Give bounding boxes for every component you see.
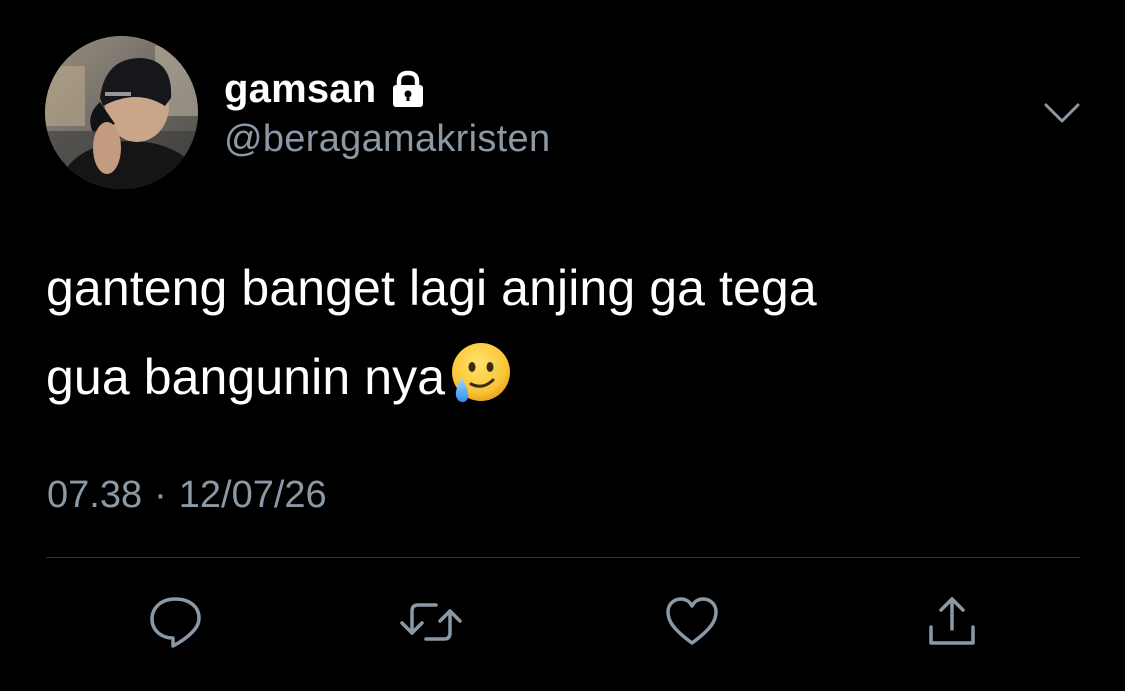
tweet-card: gamsan @beragamakristen ganteng banget l… xyxy=(0,0,1125,691)
face-holding-back-tears-icon xyxy=(447,340,513,406)
tweet-text-line: gua bangunin nya xyxy=(46,333,1046,422)
lock-icon xyxy=(388,69,428,109)
reply-button[interactable] xyxy=(145,594,205,654)
author-handle[interactable]: @beragamakristen xyxy=(224,118,550,161)
share-button[interactable] xyxy=(922,594,982,654)
tweet-text-line: ganteng banget lagi anjing ga tega xyxy=(46,260,817,316)
tweet-time: 07.38 xyxy=(47,474,143,516)
retweet-button[interactable] xyxy=(398,593,464,656)
chevron-down-icon[interactable] xyxy=(1040,96,1084,130)
like-button[interactable] xyxy=(662,594,722,654)
author-display-name[interactable]: gamsan xyxy=(224,67,376,112)
tweet-timestamp[interactable]: 07.38 · 12/07/26 xyxy=(47,474,327,517)
timestamp-separator: · xyxy=(154,474,167,516)
heart-icon xyxy=(663,593,721,656)
tweet-date: 12/07/26 xyxy=(178,474,327,516)
divider xyxy=(46,557,1080,558)
tweet-text: ganteng banget lagi anjing ga tega gua b… xyxy=(46,244,1046,422)
comment-bubble-icon xyxy=(146,593,204,656)
avatar-image xyxy=(45,36,198,189)
author-name-row: gamsan xyxy=(224,64,428,114)
avatar[interactable] xyxy=(45,36,198,189)
retweet-arrows-icon xyxy=(398,593,464,656)
tweet-text-fragment: gua bangunin nya xyxy=(46,349,446,405)
share-upload-icon xyxy=(923,593,981,656)
